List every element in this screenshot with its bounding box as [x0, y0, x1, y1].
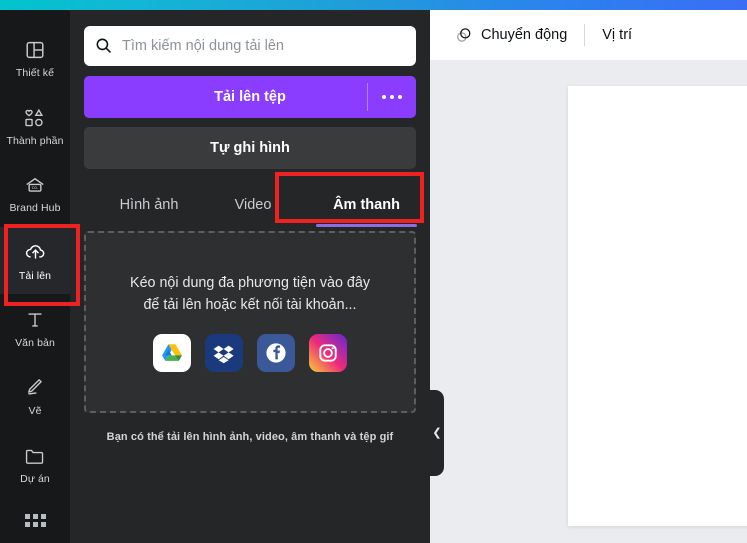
tab-audio[interactable]: Âm thanh: [296, 183, 437, 227]
google-drive-icon[interactable]: [153, 334, 191, 373]
facebook-icon[interactable]: [257, 334, 295, 373]
sidebar-item-label: Văn bản: [15, 337, 55, 350]
chevron-left-icon: ❮: [432, 426, 442, 439]
motion-circles-icon: [455, 26, 474, 45]
left-tool-rail: Thiết kế Thành phần co. Brand Hub Tải lê…: [0, 10, 70, 543]
tab-label: Hình ảnh: [119, 197, 179, 213]
uploads-panel: Tải lên tệp Tự ghi hình Hình ảnh Video Â…: [70, 10, 430, 543]
sidebar-item-uploads[interactable]: Tải lên: [0, 226, 70, 295]
dropzone-text: Kéo nội dung đa phương tiện vào đây để t…: [130, 274, 370, 313]
editor-toolbar: Chuyển động Vị trí: [430, 10, 747, 60]
sidebar-item-label: Dự án: [20, 472, 50, 485]
upload-file-button[interactable]: Tải lên tệp: [84, 76, 416, 118]
self-record-button-label: Tự ghi hình: [210, 140, 290, 156]
search-input[interactable]: [122, 38, 406, 54]
sidebar-item-label: Vẽ: [28, 405, 42, 418]
apps-grid-button[interactable]: [0, 497, 70, 543]
apps-grid-icon: [24, 513, 46, 527]
layout-icon: [22, 37, 48, 63]
tab-images[interactable]: Hình ảnh: [88, 183, 210, 227]
editor-area: Chuyển động Vị trí ❮: [430, 10, 747, 543]
sidebar-item-label: Tải lên: [18, 269, 52, 282]
tab-label: Âm thanh: [333, 197, 400, 213]
folder-icon: [22, 443, 48, 469]
sidebar-item-elements[interactable]: Thành phần: [0, 92, 70, 160]
upload-icon: [22, 240, 48, 266]
active-tab-underline: [316, 224, 417, 227]
svg-text:co.: co.: [32, 186, 39, 191]
upload-types-hint: Bạn có thể tải lên hình ảnh, video, âm t…: [106, 431, 394, 443]
canvas-viewport[interactable]: ❮: [430, 60, 747, 543]
top-gradient-bar: [0, 0, 747, 10]
sidebar-item-text[interactable]: Văn bản: [0, 294, 70, 362]
text-icon: [22, 307, 48, 333]
media-type-tabs: Hình ảnh Video Âm thanh: [84, 175, 417, 227]
media-dropzone[interactable]: Kéo nội dung đa phương tiện vào đây để t…: [84, 231, 416, 413]
instagram-icon[interactable]: [309, 334, 347, 373]
toolbar-animate-button[interactable]: Chuyển động: [444, 18, 578, 52]
canva-editor-window: Thiết kế Thành phần co. Brand Hub Tải lê…: [0, 0, 747, 543]
brand-hub-icon: co.: [22, 172, 48, 198]
sidebar-item-draw[interactable]: Vẽ: [0, 362, 70, 430]
more-horizontal-icon[interactable]: [368, 76, 416, 118]
sidebar-item-projects[interactable]: Dự án: [0, 430, 70, 498]
search-icon: [94, 36, 114, 56]
self-record-button[interactable]: Tự ghi hình: [84, 127, 416, 169]
sidebar-item-label: Brand Hub: [9, 202, 61, 215]
dropbox-icon[interactable]: [205, 334, 243, 373]
draw-pen-icon: [22, 375, 48, 401]
tab-video[interactable]: Video: [210, 183, 296, 227]
design-page[interactable]: [568, 86, 747, 526]
sidebar-item-label: Thành phần: [6, 134, 64, 147]
toolbar-position-button[interactable]: Vị trí: [591, 18, 643, 52]
connect-account-icons: [153, 334, 347, 373]
sidebar-item-design[interactable]: Thiết kế: [0, 24, 70, 92]
upload-file-button-label: Tải lên tệp: [214, 89, 286, 105]
sidebar-item-brand-hub[interactable]: co. Brand Hub: [0, 159, 70, 227]
shapes-icon: [22, 105, 48, 131]
panel-collapse-handle[interactable]: ❮: [430, 390, 444, 476]
toolbar-animate-label: Chuyển động: [481, 27, 568, 43]
search-box[interactable]: [84, 26, 416, 66]
sidebar-item-label: Thiết kế: [15, 67, 55, 80]
tab-label: Video: [234, 197, 272, 213]
toolbar-position-label: Vị trí: [602, 27, 633, 43]
toolbar-divider: [584, 24, 586, 46]
